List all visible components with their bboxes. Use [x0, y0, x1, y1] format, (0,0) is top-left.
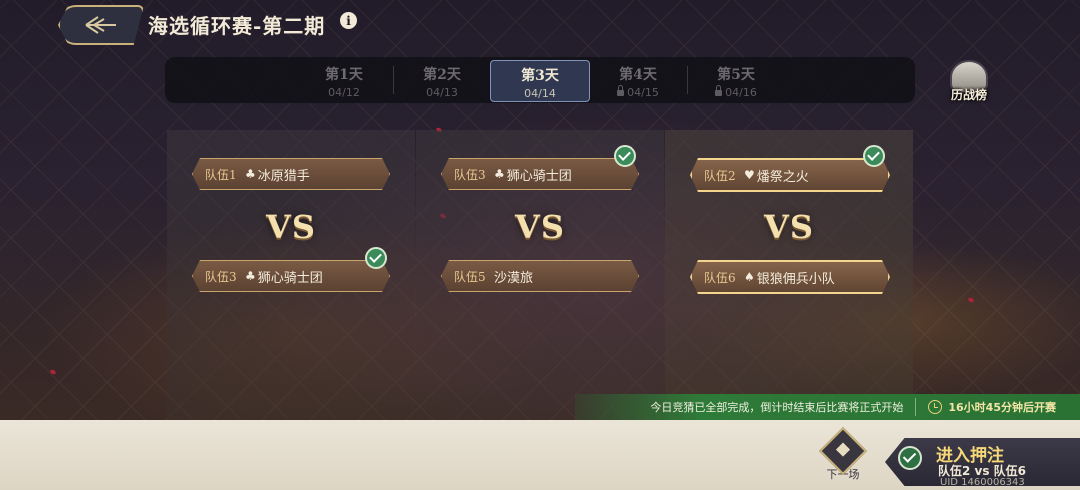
picked-check-icon — [863, 145, 885, 167]
tab-date: 04/12 — [328, 86, 360, 99]
ranking-label: 历战榜 — [950, 88, 987, 102]
team-slot-b[interactable]: 队伍3 ♣ 狮心骑士团 — [192, 260, 390, 292]
team-number: 队伍2 — [704, 168, 736, 183]
match-card-2: 队伍3 ♣ 狮心骑士团 VS 队伍5 沙漠旅 — [416, 130, 664, 420]
next-match-button[interactable]: 下一场 — [818, 426, 868, 482]
clock-icon — [928, 400, 943, 414]
team-slot-b[interactable]: 队伍6 ♠ 银狼佣兵小队 — [690, 260, 890, 294]
vs-label: VS — [266, 208, 316, 246]
team-number: 队伍3 — [205, 269, 237, 284]
tab-label: 第3天 — [521, 68, 559, 84]
team-name: 燔祭之火 — [756, 169, 809, 185]
tab-label: 第1天 — [325, 67, 363, 83]
tab-day-4[interactable]: 第4天 04/15 — [589, 60, 687, 100]
team-slot-a[interactable]: 队伍2 ♥ 燔祭之火 — [690, 158, 890, 192]
spade-suit-icon: ♠ — [744, 270, 755, 284]
day-tabbar: 第1天 04/12 第2天 04/13 第3天 04/14 第4天 04/15 … — [165, 57, 915, 103]
tab-day-2[interactable]: 第2天 04/13 — [393, 60, 491, 100]
check-icon — [898, 446, 922, 470]
tab-date: 04/14 — [524, 87, 556, 100]
lock-icon — [715, 85, 723, 96]
tab-label: 第2天 — [423, 67, 461, 83]
team-name: 沙漠旅 — [494, 270, 534, 286]
tab-label: 第5天 — [717, 67, 755, 83]
tab-day-5[interactable]: 第5天 04/16 — [687, 60, 785, 100]
team-number: 队伍5 — [454, 269, 486, 284]
lock-icon — [617, 85, 625, 96]
back-button[interactable] — [58, 5, 144, 45]
team-slot-b[interactable]: 队伍5 沙漠旅 — [441, 260, 639, 292]
club-suit-icon: ♣ — [245, 269, 256, 283]
team-number: 队伍6 — [704, 270, 736, 285]
match-card-1: 队伍1 ♣ 冰原猎手 VS 队伍3 ♣ 狮心骑士团 — [167, 130, 415, 420]
banner-divider — [915, 398, 917, 416]
page-title: 海选循环赛-第二期 — [148, 14, 326, 38]
vs-label: VS — [515, 208, 565, 246]
team-name: 银狼佣兵小队 — [756, 271, 835, 287]
tab-date-text: 04/16 — [725, 86, 757, 99]
tab-date: 04/16 — [687, 85, 785, 99]
tab-day-3[interactable]: 第3天 04/14 — [490, 60, 590, 102]
tab-date-text: 04/15 — [627, 86, 659, 99]
picked-check-icon — [614, 145, 636, 167]
team-name: 狮心骑士团 — [506, 168, 572, 184]
back-arrow-icon — [85, 16, 116, 34]
team-slot-a[interactable]: 队伍1 ♣ 冰原猎手 — [192, 158, 390, 190]
countdown-text: 16小时45分钟后开赛 — [948, 401, 1056, 414]
banner-message: 今日竞猜已全部完成，倒计时结束后比赛将正式开始 — [650, 401, 904, 414]
uid-label: UID 1460006343 — [940, 477, 1025, 488]
ranking-button[interactable]: 历战榜 — [940, 60, 998, 104]
team-number: 队伍3 — [454, 167, 486, 182]
tab-date: 04/15 — [589, 85, 687, 99]
heart-suit-icon: ♥ — [744, 168, 755, 182]
team-number: 队伍1 — [205, 167, 237, 182]
status-banner: 今日竞猜已全部完成，倒计时结束后比赛将正式开始 16小时45分钟后开赛 — [575, 394, 1080, 420]
tab-day-1[interactable]: 第1天 04/12 — [295, 60, 393, 100]
team-name: 狮心骑士团 — [257, 270, 323, 286]
team-name: 冰原猎手 — [257, 168, 310, 184]
vs-label: VS — [764, 208, 814, 246]
tab-date: 04/13 — [426, 86, 458, 99]
picked-check-icon — [365, 247, 387, 269]
club-suit-icon: ♣ — [494, 167, 505, 181]
tab-label: 第4天 — [619, 67, 657, 83]
info-icon[interactable]: i — [340, 12, 357, 29]
team-slot-a[interactable]: 队伍3 ♣ 狮心骑士团 — [441, 158, 639, 190]
match-card-3: 队伍2 ♥ 燔祭之火 VS 队伍6 ♠ 银狼佣兵小队 — [665, 130, 913, 420]
club-suit-icon: ♣ — [245, 167, 256, 181]
